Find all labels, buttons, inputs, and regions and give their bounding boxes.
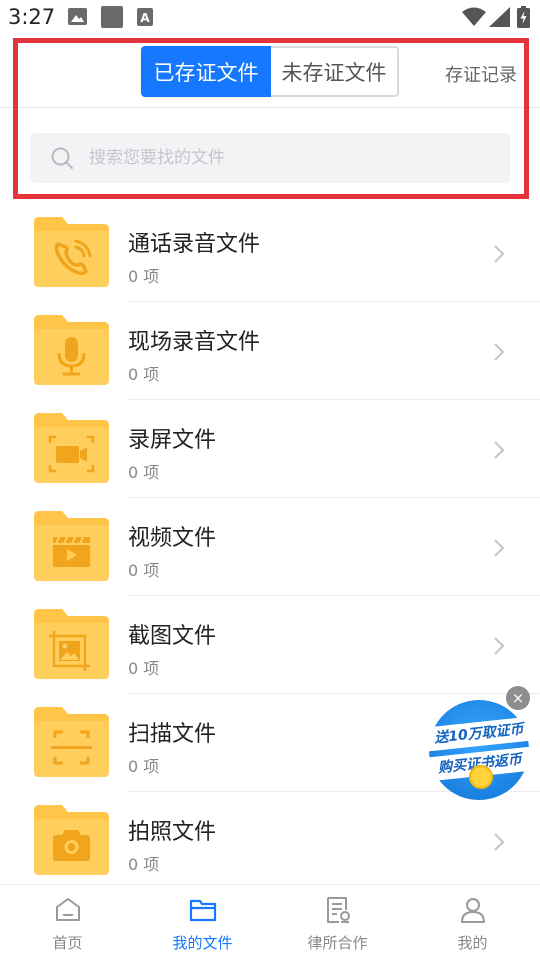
folder-icon [189,899,216,922]
list-item-count: 0 项 [128,659,160,678]
list-item-screenshots[interactable]: 截图文件 0 项 [0,596,540,694]
tab-label: 我的 [457,934,488,952]
battery-charging-icon [517,6,530,28]
signal-icon [489,7,510,27]
microphone-folder-icon [34,315,109,385]
header: 已存证文件 未存证文件 存证记录 [0,36,540,108]
tab-home[interactable]: 首页 [0,885,135,960]
chevron-right-icon [494,343,505,361]
text-notification-icon: A [137,8,153,26]
chevron-right-icon [494,833,505,851]
list-item-count: 0 项 [128,365,160,384]
tab-label: 首页 [52,934,83,952]
list-item-call-recordings[interactable]: 通话录音文件 0 项 [0,204,540,302]
list-item-screen-recordings[interactable]: 录屏文件 0 项 [0,400,540,498]
tab-law-firm-cooperation[interactable]: 律所合作 [270,885,405,960]
list-item-count: 0 项 [128,267,160,286]
home-icon [55,898,80,921]
tab-stored-files[interactable]: 已存证文件 [141,46,271,97]
list-item-count: 0 项 [128,561,160,580]
list-item-photo-files[interactable]: 拍照文件 0 项 [0,792,540,890]
wifi-icon [462,7,486,26]
chevron-right-icon [494,637,505,655]
list-item-title: 截图文件 [128,624,217,649]
status-time: 3:27 [8,5,56,29]
chevron-right-icon [494,539,505,557]
screen-record-folder-icon [34,413,109,483]
coin-icon [469,765,493,789]
search-box [30,133,510,183]
tab-label: 律所合作 [307,934,368,952]
tab-label: 我的文件 [172,934,233,952]
list-item-title: 视频文件 [128,526,217,551]
list-item-title: 扫描文件 [128,722,217,747]
person-icon [460,898,485,923]
camera-folder-icon [34,805,109,875]
list-item-title: 录屏文件 [128,428,217,453]
tab-me[interactable]: 我的 [405,885,540,960]
svg-text:A: A [140,11,150,25]
search-input[interactable] [89,133,489,183]
promo-line-1: 送10万取证币 [422,716,536,752]
bottom-tab-bar: 首页 我的文件 律所合作 我的 [0,884,540,960]
list-item-title: 现场录音文件 [128,330,261,355]
screenshot-folder-icon [34,609,109,679]
promo-circle: 送10万取证币 购买证书返币 [422,700,536,800]
tab-my-files[interactable]: 我的文件 [135,885,270,960]
evidence-records-link[interactable]: 存证记录 [445,61,517,87]
list-item-count: 0 项 [128,757,160,776]
document-stamp-icon [326,897,350,923]
app-notification-icon [101,6,123,28]
video-folder-icon [34,511,109,581]
chevron-right-icon [494,245,505,263]
list-item-title: 拍照文件 [128,820,217,845]
list-item-video-files[interactable]: 视频文件 0 项 [0,498,540,596]
chevron-right-icon [494,441,505,459]
phone-folder-icon [34,217,109,287]
promo-close-button[interactable]: × [506,686,530,710]
list-item-title: 通话录音文件 [128,232,261,257]
status-bar: 3:27 A [0,0,540,36]
promo-badge[interactable]: 送10万取证币 购买证书返币 × [422,686,536,800]
scan-folder-icon [34,707,109,777]
list-item-live-recordings[interactable]: 现场录音文件 0 项 [0,302,540,400]
tab-unstored-files[interactable]: 未存证文件 [271,46,399,97]
search-icon [51,147,73,169]
image-notification-icon [68,8,87,25]
list-item-count: 0 项 [128,855,160,874]
list-item-count: 0 项 [128,463,160,482]
